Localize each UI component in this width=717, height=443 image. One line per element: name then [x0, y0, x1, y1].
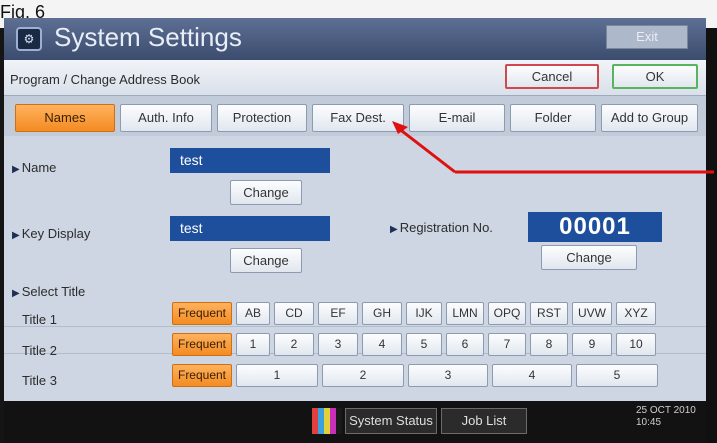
system-status-button[interactable]: System Status	[345, 408, 437, 434]
clock: 25 OCT 2010 10:45	[636, 405, 696, 429]
job-list-button[interactable]: Job List	[441, 408, 527, 434]
toner-status-icon	[312, 408, 342, 434]
date-text: 25 OCT 2010	[636, 405, 696, 416]
annotation-arrow-shaft	[397, 126, 456, 174]
time-text: 10:45	[636, 417, 662, 428]
annotation-arrow	[392, 121, 714, 174]
